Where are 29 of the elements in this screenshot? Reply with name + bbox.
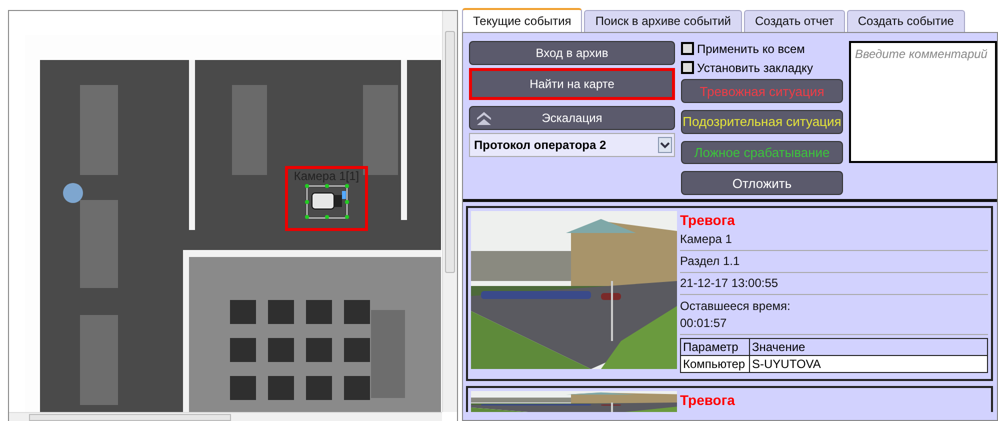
column-header: Значение [750, 338, 988, 356]
event-title: Тревога [680, 391, 736, 409]
comment-field[interactable]: Введите комментарий [849, 41, 997, 163]
remaining-label: Оставшееся время: [680, 298, 792, 315]
event-detail: 21-12-17 13:00:55 [680, 273, 988, 295]
vertical-scrollbar[interactable] [442, 11, 457, 412]
table-cell: S-UYUTOVA [750, 356, 988, 372]
column-header: Параметр [680, 338, 750, 356]
checkbox[interactable]: Установить закладку [681, 60, 843, 76]
horizontal-scrollbar[interactable] [9, 412, 442, 421]
verdict-button[interactable]: Подозрительная ситуация [681, 110, 843, 134]
chevron-down-icon [658, 137, 672, 153]
postpone-button[interactable]: Отложить [681, 171, 843, 195]
tab[interactable]: Поиск в архиве событий [584, 10, 742, 32]
checkbox[interactable]: Применить ко всем [681, 41, 843, 56]
table-cell: Компьютер [680, 356, 750, 372]
action-button[interactable]: Найти на карте [469, 68, 675, 100]
event-card[interactable]: Тревога Камера 1 Раздел 1.1 21-12-17 13:00:55 Оставшееся время: 00:01:57 Параметр Значение Компьютер S-UYUTOVA [466, 206, 993, 381]
event-detail: Камера 1 [680, 229, 988, 251]
event-detail: Раздел 1.1 [680, 251, 988, 273]
event-title: Тревога [680, 211, 736, 229]
protocol-dropdown[interactable]: Протокол оператора 2 [469, 133, 675, 157]
chevrons-up-icon [476, 111, 492, 126]
escalation-button[interactable]: Эскалация [469, 106, 675, 130]
tab[interactable]: Создать отчет [744, 10, 845, 32]
tab[interactable]: Создать событие [846, 10, 965, 32]
tab[interactable]: Текущие события [462, 8, 582, 32]
action-button[interactable]: Вход в архив [469, 41, 675, 65]
remaining-time: 00:01:57 [680, 315, 728, 332]
